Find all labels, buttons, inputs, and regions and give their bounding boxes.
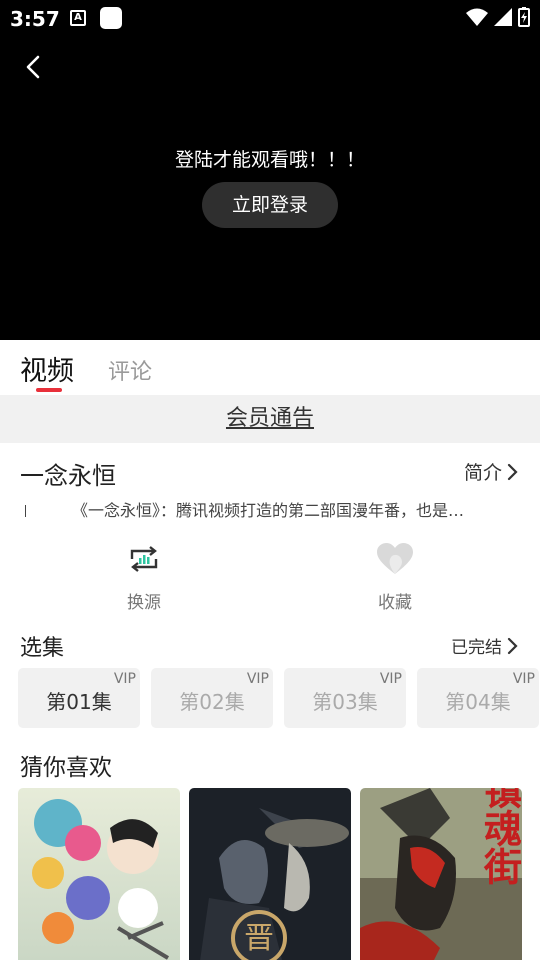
tab-comments[interactable]: 评论 — [108, 354, 152, 386]
tab-video[interactable]: 视频 — [20, 349, 74, 388]
member-notice-label[interactable]: 会员通告 — [226, 406, 314, 431]
switch-source-button[interactable]: 换源 — [94, 536, 194, 613]
show-title: 一念永恒 — [20, 462, 116, 490]
recommend-poster-1[interactable] — [18, 788, 180, 960]
intro-button[interactable]: 简介 — [464, 458, 520, 485]
episode-item-1[interactable]: 第01集 VIP — [18, 668, 140, 728]
heart-icon — [377, 543, 413, 574]
vip-badge: VIP — [512, 671, 535, 687]
recommend-poster-2[interactable]: 晋 — [189, 788, 351, 960]
episode-item-3[interactable]: 第03集 VIP — [284, 668, 406, 728]
status-bar: 3:57 A — [0, 0, 540, 36]
episode-label: 第04集 — [445, 690, 511, 714]
poster-artwork-1 — [18, 788, 180, 960]
vip-badge: VIP — [246, 671, 269, 687]
status-icons — [466, 7, 530, 27]
switch-source-label: 换源 — [127, 593, 161, 613]
vip-badge: VIP — [379, 671, 402, 687]
episodes-heading: 选集 — [20, 636, 65, 661]
episode-item-2[interactable]: 第02集 VIP — [151, 668, 273, 728]
episode-item-4[interactable]: 第04集 VIP — [417, 668, 539, 728]
tab-active-indicator — [36, 388, 62, 392]
member-notice[interactable]: 会员通告 — [0, 395, 540, 443]
status-time: 3:57 — [10, 7, 60, 31]
notification-a-icon: A — [70, 10, 86, 26]
battery-icon — [518, 7, 530, 27]
intro-label: 简介 — [463, 462, 502, 484]
episode-label: 第01集 — [46, 690, 112, 714]
signal-icon — [494, 8, 512, 26]
description-text: 《一念永恒》：腾讯视频打造的第二部国漫年番，也是… — [72, 501, 465, 520]
favorite-button[interactable]: 收藏 — [345, 536, 445, 613]
video-player[interactable]: 3:57 A 登陆才能观看哦！！！ 立即登录 — [0, 0, 540, 340]
show-description: 《一念永恒》：腾讯视频打造的第二部国漫年番，也是… — [20, 497, 520, 521]
recommend-poster-3[interactable]: 镇魂街 — [360, 788, 522, 960]
back-button[interactable] — [18, 50, 50, 84]
poster-artwork-2: 晋 — [189, 788, 351, 960]
poster-glyph-2: 晋 — [244, 921, 274, 956]
chevron-right-icon — [507, 637, 518, 654]
episodes-status-button[interactable]: 已完结 — [451, 633, 520, 658]
tab-bar: 视频 评论 — [0, 340, 540, 395]
wifi-icon — [466, 8, 488, 26]
episodes-status-label: 已完结 — [451, 638, 502, 658]
notification-app-icon — [100, 7, 122, 29]
recommend-heading: 猜你喜欢 — [20, 755, 112, 781]
login-button[interactable]: 立即登录 — [202, 182, 338, 228]
vip-badge: VIP — [113, 671, 136, 687]
poster-title-3: 镇魂街 — [478, 788, 523, 885]
switch-source-icon — [130, 546, 158, 572]
description-marker — [25, 505, 26, 517]
episode-label: 第03集 — [312, 690, 378, 714]
episode-label: 第02集 — [179, 690, 245, 714]
favorite-label: 收藏 — [378, 593, 412, 613]
back-arrow-icon — [26, 55, 40, 79]
poster-artwork-3: 镇魂街 — [360, 788, 522, 960]
chevron-right-icon — [507, 463, 518, 480]
login-prompt: 登陆才能观看哦！！！ — [174, 149, 365, 171]
